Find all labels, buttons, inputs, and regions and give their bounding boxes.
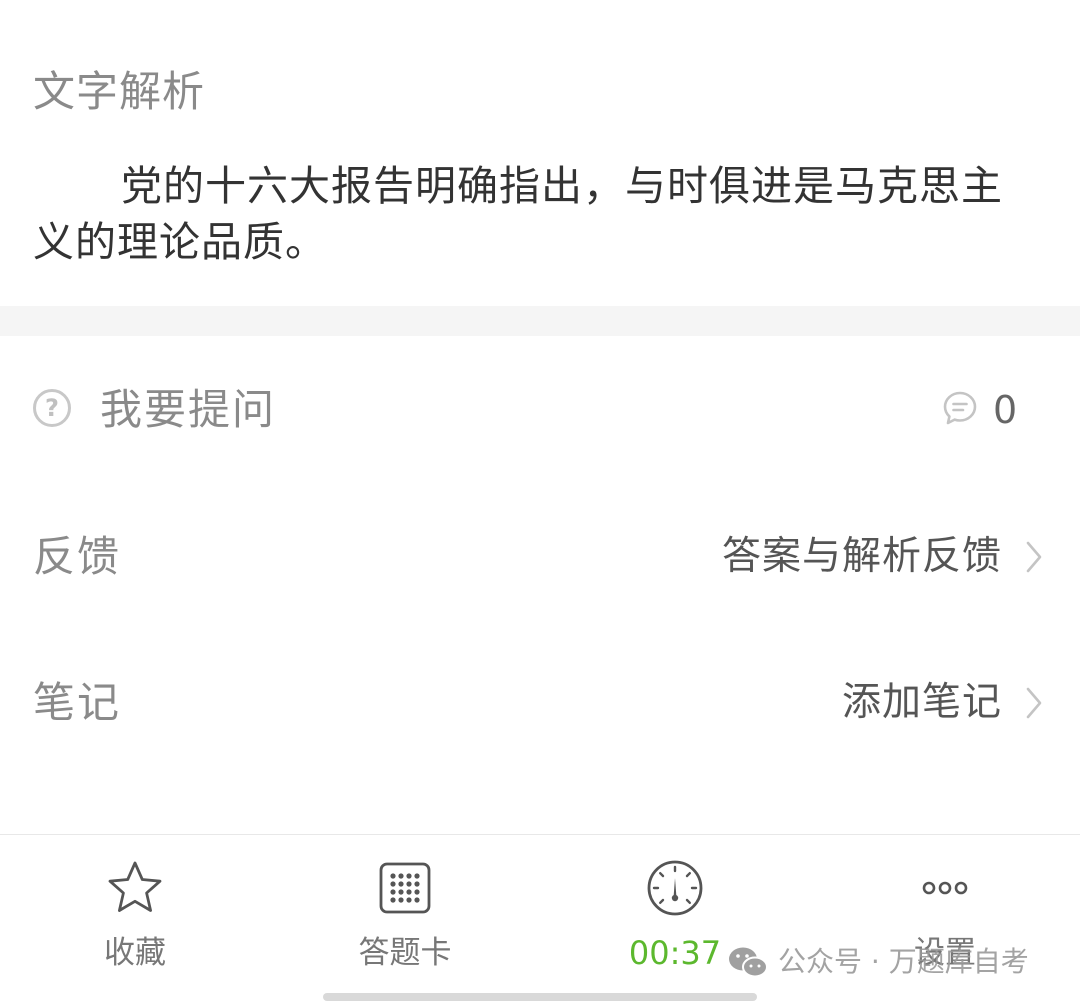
question-circle-icon: ? xyxy=(33,389,71,427)
wechat-icon xyxy=(729,947,768,978)
notes-label: 笔记 xyxy=(33,678,122,727)
feedback-label: 反馈 xyxy=(33,532,122,581)
feedback-action[interactable]: 答案与解析反馈 xyxy=(722,527,1002,587)
comment-count: 0 xyxy=(993,388,1018,432)
tab-answer-card[interactable]: 答题卡 xyxy=(305,835,505,995)
star-icon xyxy=(108,861,162,912)
comment-bubble-icon[interactable] xyxy=(942,390,978,426)
chevron-right-icon xyxy=(1026,687,1042,719)
ask-question-label: 我要提问 xyxy=(100,385,277,434)
chevron-right-icon xyxy=(1026,541,1042,573)
text-analysis-section: 文字解析 党的十六大报告明确指出，与时俱进是马克思主义的理论品质。 xyxy=(0,0,1080,306)
section-divider xyxy=(0,306,1080,336)
speedometer-icon xyxy=(647,860,703,916)
feedback-row[interactable]: 反馈 答案与解析反馈 xyxy=(0,517,1080,597)
add-note-action[interactable]: 添加笔记 xyxy=(842,673,1002,733)
tab-favorite[interactable]: 收藏 xyxy=(35,835,235,995)
more-dots-icon xyxy=(922,881,968,895)
tab-answer-card-label: 答题卡 xyxy=(358,935,452,971)
analysis-title: 文字解析 xyxy=(33,67,206,116)
ask-question-row[interactable]: ? 我要提问 0 xyxy=(0,370,1080,450)
watermark-text: 公众号 · 万题库自考 xyxy=(778,945,1029,978)
notes-row[interactable]: 笔记 添加笔记 xyxy=(0,663,1080,743)
analysis-text: 党的十六大报告明确指出，与时俱进是马克思主义的理论品质。 xyxy=(33,162,1003,266)
screen: 文字解析 党的十六大报告明确指出，与时俱进是马克思主义的理论品质。 ? 我要提问… xyxy=(0,0,1080,1005)
grid-icon xyxy=(379,862,431,914)
tab-favorite-label: 收藏 xyxy=(104,935,166,971)
home-indicator[interactable] xyxy=(323,993,757,1001)
